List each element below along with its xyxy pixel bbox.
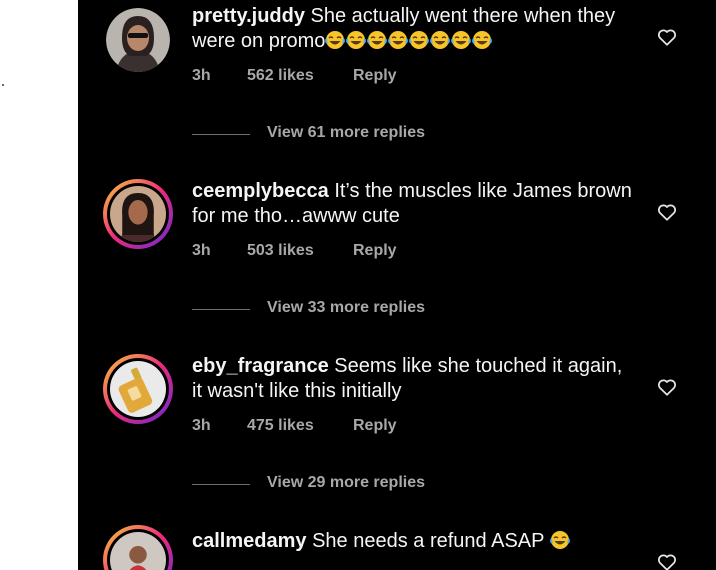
laughing-emoji-icon xyxy=(325,30,346,57)
comment-text: pretty.juddy She actually went there whe… xyxy=(192,4,632,57)
laughing-emoji-icon xyxy=(388,30,409,57)
laughing-emoji-icon xyxy=(409,30,430,57)
comment-text: ceemplybecca It’s the muscles like James… xyxy=(192,179,632,229)
laughing-emoji-row xyxy=(549,530,571,552)
comment-time: 3h xyxy=(192,242,211,259)
comment-username[interactable]: eby_fragrance xyxy=(192,355,329,377)
avatar-photo-icon xyxy=(110,186,166,242)
reply-button[interactable]: Reply xyxy=(353,417,397,435)
view-replies-label[interactable]: View 61 more replies xyxy=(267,124,425,142)
laughing-emoji-icon xyxy=(367,30,388,57)
avatar-perfume-icon xyxy=(110,361,166,417)
comment-likes[interactable]: 562 likes xyxy=(247,67,314,85)
avatar[interactable] xyxy=(106,8,170,72)
reply-button[interactable]: Reply xyxy=(353,242,397,260)
like-heart-icon[interactable] xyxy=(656,376,678,398)
comment-username[interactable]: pretty.juddy xyxy=(192,5,305,27)
laughing-emoji-icon xyxy=(549,530,570,557)
comment-time: 3h xyxy=(192,67,211,84)
reply-button[interactable]: Reply xyxy=(353,67,397,85)
comment-text: eby_fragrance Seems like she touched it … xyxy=(192,354,632,404)
comment-time: 3h xyxy=(192,417,211,434)
avatar-story-ring[interactable] xyxy=(103,354,173,424)
comment-body: She needs a refund ASAP xyxy=(306,530,550,552)
replies-divider xyxy=(192,134,250,135)
like-heart-icon[interactable] xyxy=(656,26,678,48)
avatar-photo-icon xyxy=(110,532,166,570)
comment-likes[interactable]: 475 likes xyxy=(247,417,314,435)
comment-text: callmedamy She needs a refund ASAP xyxy=(192,529,632,557)
replies-divider xyxy=(192,484,250,485)
laughing-emoji-icon xyxy=(451,30,472,57)
comments-panel: pretty.juddy She actually went there whe… xyxy=(78,0,716,570)
view-replies-label[interactable]: View 29 more replies xyxy=(267,474,425,492)
stray-dot xyxy=(2,84,4,86)
laughing-emoji-icon xyxy=(472,30,493,57)
like-heart-icon[interactable] xyxy=(656,551,678,570)
replies-divider xyxy=(192,309,250,310)
avatar-photo-icon xyxy=(106,8,170,72)
like-heart-icon[interactable] xyxy=(656,201,678,223)
avatar-story-ring[interactable] xyxy=(103,179,173,249)
laughing-emoji-icon xyxy=(346,30,367,57)
comment-likes[interactable]: 503 likes xyxy=(247,242,314,260)
laughing-emoji-row xyxy=(325,30,493,52)
avatar-story-ring[interactable] xyxy=(103,525,173,570)
laughing-emoji-icon xyxy=(430,30,451,57)
view-replies-label[interactable]: View 33 more replies xyxy=(267,299,425,317)
comment-username[interactable]: ceemplybecca xyxy=(192,180,329,202)
comment-username[interactable]: callmedamy xyxy=(192,530,307,552)
